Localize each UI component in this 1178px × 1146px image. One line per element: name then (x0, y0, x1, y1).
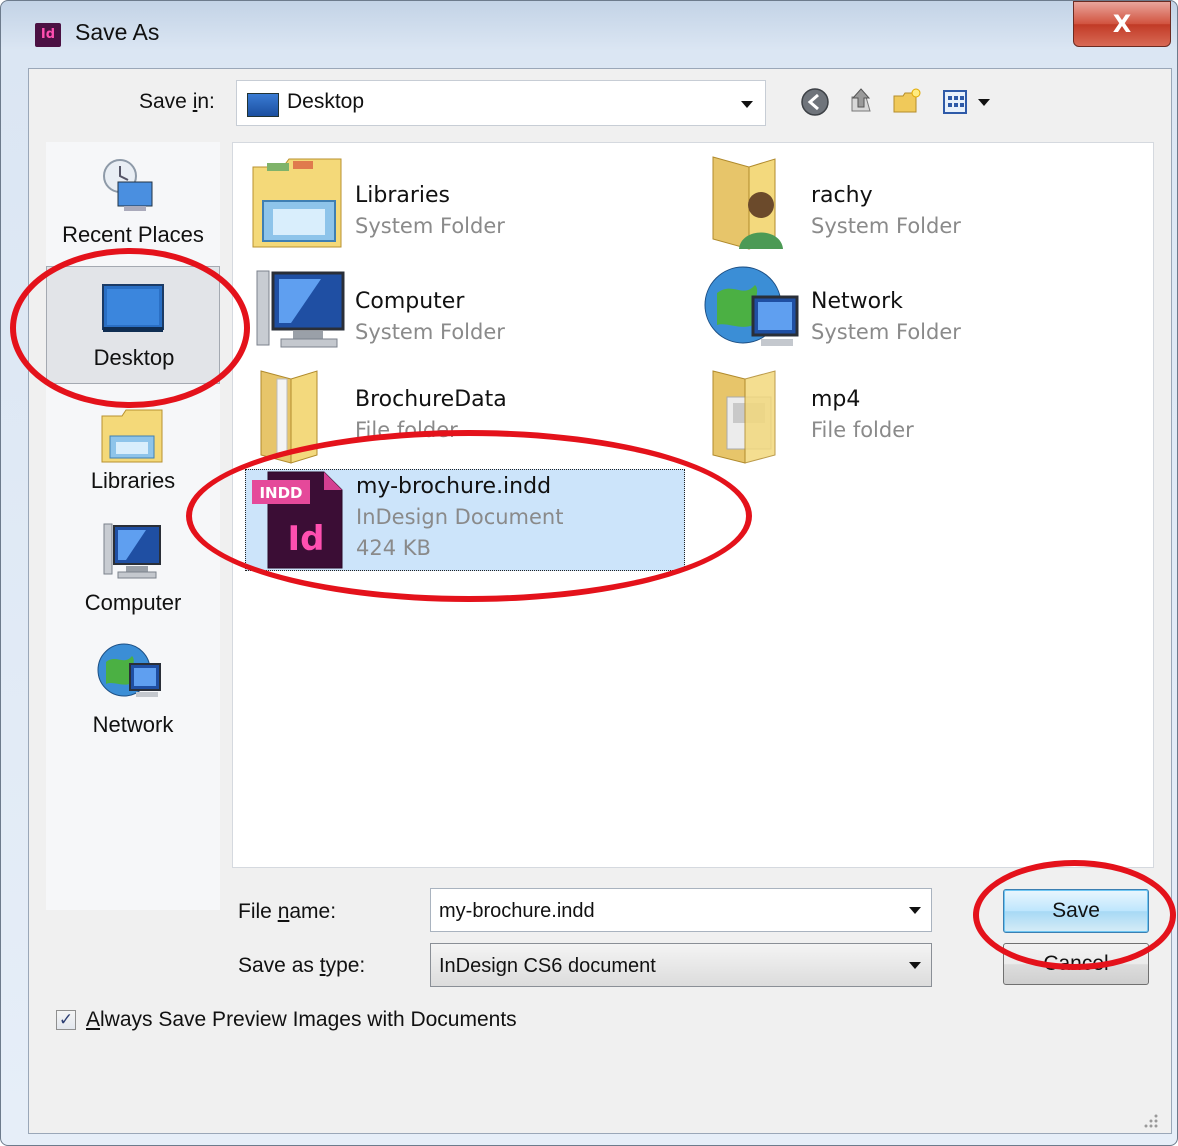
file-name: mp4 (811, 387, 861, 412)
user-folder-icon (712, 156, 783, 250)
computer-icon (256, 270, 345, 348)
computer-icon (103, 523, 161, 579)
place-desktop[interactable]: Desktop (46, 266, 220, 384)
title-bar[interactable]: Id Save As X (1, 1, 1177, 69)
file-type: File folder (355, 418, 458, 442)
place-libraries[interactable]: Libraries (46, 394, 220, 512)
file-item-my-brochure[interactable]: INDD Id my-brochure.indd InDesign Docume… (245, 469, 685, 571)
network-icon (97, 643, 161, 697)
file-item-libraries[interactable]: Libraries System Folder (245, 153, 685, 253)
file-name: my-brochure.indd (356, 474, 552, 499)
file-name: BrochureData (355, 387, 507, 412)
place-label: Computer (84, 590, 182, 615)
place-network[interactable]: Network (46, 640, 220, 758)
indesign-app-icon: Id (35, 23, 61, 47)
file-item-brochuredata[interactable]: BrochureData File folder (245, 367, 685, 467)
folder-icon (712, 370, 776, 464)
save-in-value: Desktop (287, 90, 365, 113)
desktop-icon (247, 93, 279, 117)
desktop-icon (102, 284, 164, 332)
file-type: System Folder (355, 320, 505, 344)
recent-places-icon (103, 159, 153, 211)
file-name: Computer (355, 289, 465, 314)
close-button[interactable]: X (1073, 1, 1171, 47)
chevron-down-icon[interactable] (909, 962, 921, 969)
new-folder-icon[interactable] (892, 86, 922, 116)
file-type: InDesign Document (356, 505, 564, 529)
network-icon (704, 266, 799, 346)
file-name: Libraries (355, 183, 451, 208)
indesign-file-icon: INDD Id (252, 471, 343, 569)
preview-checkbox-label: Always Save Preview Images with Document… (86, 1008, 517, 1031)
indesign-logo: Id (288, 519, 325, 559)
file-badge: INDD (259, 484, 302, 502)
file-item-mp4[interactable]: mp4 File folder (701, 367, 1141, 467)
libraries-folder-icon (252, 158, 342, 248)
file-name-label: File name: (238, 900, 337, 923)
file-name: Network (811, 289, 903, 314)
libraries-icon (101, 409, 163, 463)
file-name-input[interactable]: my-brochure.indd (430, 888, 932, 932)
file-size: 424 KB (356, 536, 431, 560)
file-item-computer[interactable]: Computer System Folder (245, 261, 685, 361)
chevron-down-icon[interactable] (909, 907, 921, 914)
view-menu-icon[interactable] (942, 87, 972, 117)
file-name: rachy (811, 183, 873, 208)
back-icon[interactable] (800, 87, 830, 117)
places-bar: Recent Places Desktop Libraries Computer (46, 142, 220, 910)
file-list: Libraries System Folder rachy System Fol… (232, 142, 1154, 868)
cancel-button[interactable]: Cancel (1003, 943, 1149, 985)
file-type: System Folder (811, 214, 961, 238)
save-type-label: Save as type: (238, 954, 366, 977)
file-item-network[interactable]: Network System Folder (701, 261, 1141, 361)
file-item-rachy[interactable]: rachy System Folder (701, 153, 1141, 253)
place-computer[interactable]: Computer (46, 518, 220, 636)
save-in-combo[interactable]: Desktop (236, 80, 766, 126)
file-type: File folder (811, 418, 914, 442)
place-label: Network (92, 712, 174, 737)
save-type-select[interactable]: InDesign CS6 document (430, 943, 932, 987)
folder-icon (260, 370, 318, 464)
place-label: Desktop (93, 345, 175, 370)
up-folder-icon[interactable] (846, 85, 876, 115)
dialog-title: Save As (75, 19, 160, 45)
preview-checkbox[interactable]: ✓ (56, 1010, 76, 1030)
save-button[interactable]: Save (1003, 889, 1149, 933)
resize-grip-icon[interactable] (1140, 1110, 1160, 1130)
place-label: Libraries (90, 468, 176, 493)
save-in-label: Save in: (139, 90, 215, 113)
file-type: System Folder (811, 320, 961, 344)
file-type: System Folder (355, 214, 505, 238)
file-name-value: my-brochure.indd (439, 900, 595, 922)
place-recent-places[interactable]: Recent Places (46, 142, 220, 260)
chevron-down-icon (741, 101, 753, 108)
place-label: Recent Places (62, 222, 204, 247)
view-dropdown-arrow-icon[interactable] (978, 99, 990, 106)
save-type-value: InDesign CS6 document (439, 955, 656, 977)
